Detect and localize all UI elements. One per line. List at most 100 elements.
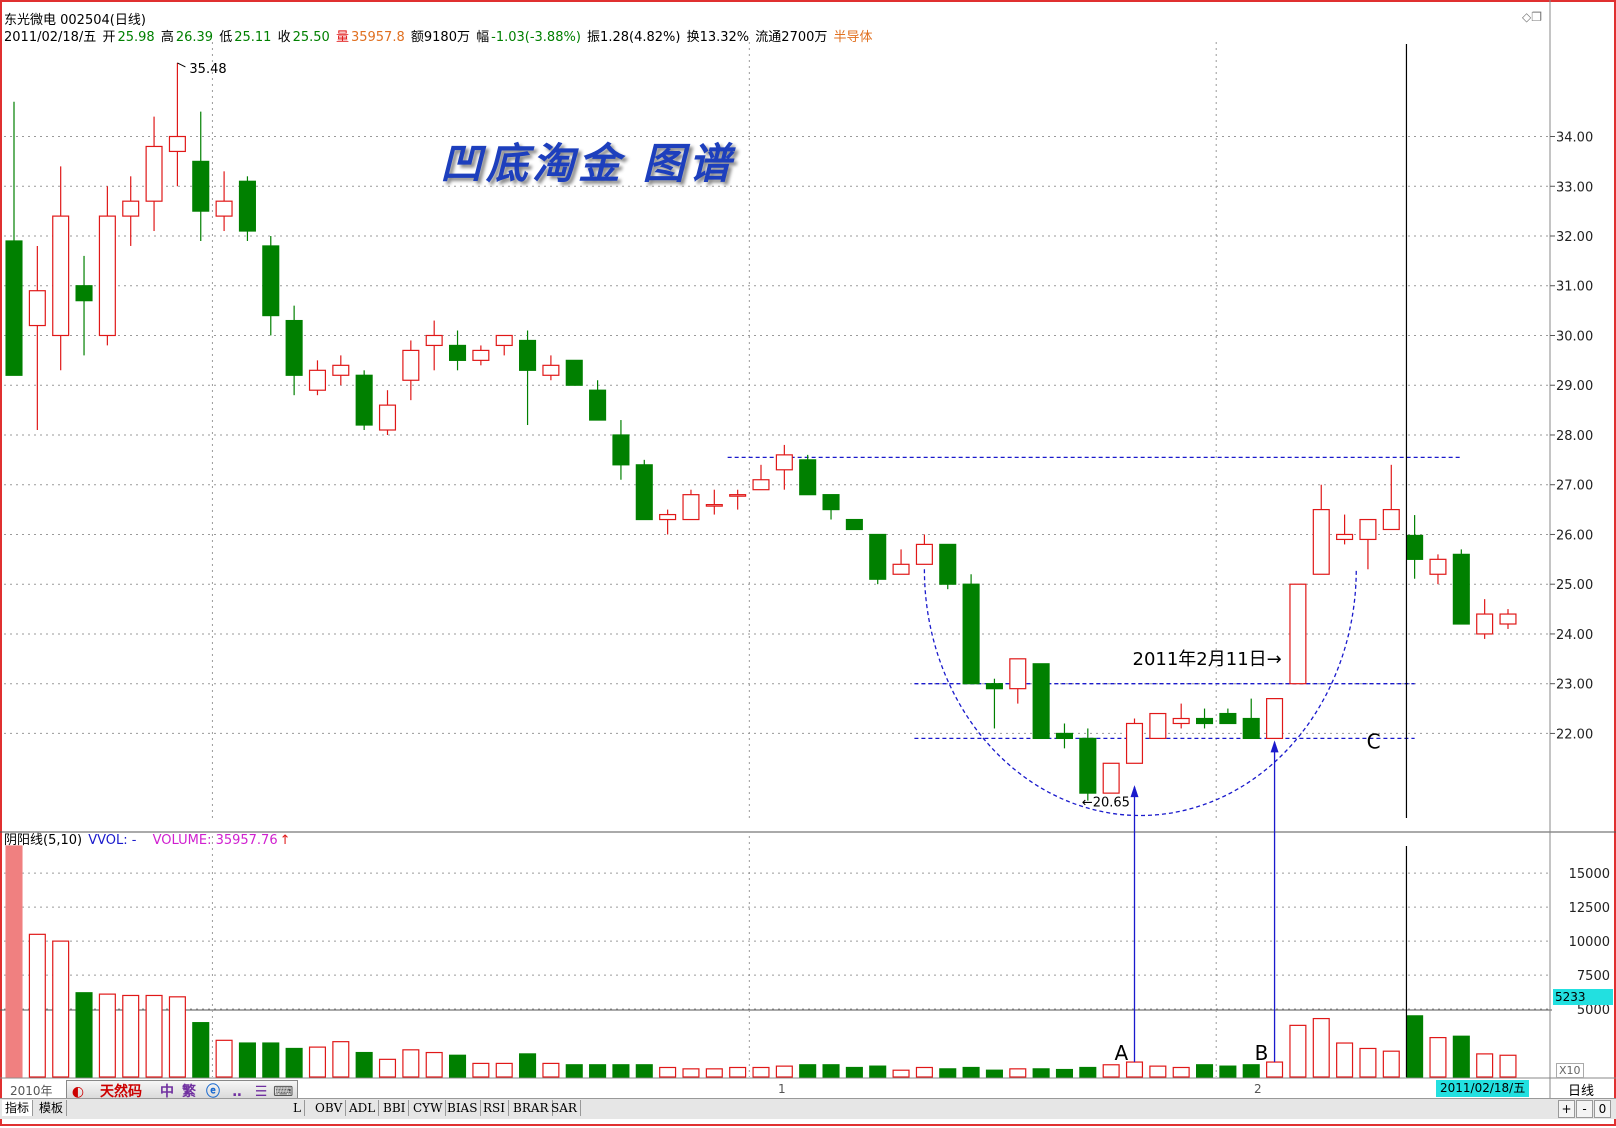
- zoom-button[interactable]: 0: [1594, 1100, 1611, 1118]
- tab-adl[interactable]: ADL: [346, 1100, 380, 1116]
- candle-body: [1149, 712, 1167, 740]
- volume-bar: [659, 1066, 677, 1078]
- candle-body: [98, 215, 116, 337]
- scale-label: X10: [1556, 1063, 1584, 1078]
- candle-body: [869, 533, 887, 580]
- volume-bar: [1359, 1047, 1377, 1078]
- zoom-button[interactable]: -: [1576, 1100, 1593, 1118]
- indicator-tab-bar: [0, 1098, 1616, 1119]
- candle-body: [845, 518, 863, 531]
- tab-指标[interactable]: 指标: [2, 1100, 34, 1116]
- quote-date: 2011/02/18/五: [4, 30, 97, 45]
- tab-模板[interactable]: 模板: [36, 1100, 68, 1116]
- volume-bar: [1382, 1050, 1400, 1078]
- candle-body: [1499, 613, 1517, 625]
- price-tick-label: 33.00: [1556, 180, 1593, 195]
- candle-body: [28, 290, 46, 327]
- candle-body: [635, 464, 653, 521]
- candle-body: [659, 513, 677, 521]
- tab-obv[interactable]: OBV: [312, 1100, 347, 1116]
- tab-l[interactable]: L: [290, 1100, 305, 1116]
- volume-bar: [215, 1039, 233, 1078]
- candle-body: [729, 494, 747, 497]
- candle-body: [355, 374, 373, 426]
- volume-bar: [1219, 1065, 1237, 1078]
- candle-body: [589, 389, 607, 421]
- volume-bar: [1289, 1024, 1307, 1078]
- month-2-label: 2: [1254, 1082, 1262, 1096]
- volume-bar: [355, 1051, 373, 1078]
- tab-bbi[interactable]: BBI: [380, 1100, 410, 1116]
- volume-bar: [822, 1064, 840, 1078]
- candle-body: [519, 339, 537, 371]
- volume-bar: [845, 1066, 863, 1078]
- tab-sar[interactable]: SAR: [548, 1100, 581, 1116]
- candle-body: [705, 504, 723, 507]
- volume-indicator-title: 阴阳线(5,10): [4, 833, 83, 848]
- volume-bar: [985, 1069, 1003, 1078]
- volume-bar: [1452, 1035, 1470, 1078]
- volume-bar: [705, 1068, 723, 1078]
- zoom-button[interactable]: +: [1558, 1100, 1575, 1118]
- volume-bar: [519, 1053, 537, 1078]
- volume-bar: [589, 1064, 607, 1078]
- candle-body: [215, 200, 233, 217]
- candle-body: [799, 459, 817, 496]
- candle-body: [939, 543, 957, 585]
- candle-body: [378, 404, 397, 431]
- tab-bias[interactable]: BIAS: [444, 1100, 482, 1116]
- volume-bar: [448, 1054, 467, 1078]
- volume-bar: [682, 1068, 700, 1078]
- candle-body: [1125, 722, 1144, 764]
- candle-body: [1359, 518, 1377, 541]
- volume-bar: [1476, 1053, 1494, 1078]
- candle-body: [122, 200, 140, 217]
- volume-bar: [122, 994, 140, 1078]
- volume-bar: [1055, 1068, 1074, 1078]
- tab-rsi[interactable]: RSI: [480, 1100, 509, 1116]
- volume-bar: [1172, 1066, 1190, 1078]
- volume-bar: [98, 993, 116, 1078]
- volume-bar: [1009, 1068, 1027, 1078]
- candle-body: [1266, 698, 1284, 740]
- candle-body: [425, 334, 443, 347]
- candle-body: [565, 359, 583, 386]
- period-label[interactable]: 日线: [1568, 1080, 1594, 1099]
- price-tick-label: 32.00: [1556, 230, 1593, 245]
- volume-tick-label: 7500: [1577, 969, 1610, 984]
- volume-bar: [1125, 1061, 1144, 1078]
- month-1-label: 1: [778, 1082, 786, 1096]
- volume-bar: [1429, 1036, 1447, 1078]
- candle-body: [1102, 762, 1120, 794]
- high-value: 26.39: [175, 30, 214, 45]
- date-annotation: 2011年2月11日→: [1133, 649, 1282, 670]
- candle-body: [985, 683, 1003, 690]
- open-label: 开: [102, 30, 116, 45]
- candle-body: [52, 215, 70, 337]
- restore-icon[interactable]: ❐: [1531, 10, 1542, 24]
- volume-bar: [1406, 1015, 1424, 1078]
- candle-body: [238, 180, 256, 232]
- volume-bar: [635, 1064, 653, 1078]
- volume-bar: [799, 1064, 817, 1078]
- window-controls[interactable]: ◇❐: [1522, 10, 1542, 24]
- max-price-label: 35.48: [189, 62, 226, 77]
- high-label: 高: [160, 30, 174, 45]
- diamond-icon[interactable]: ◇: [1522, 10, 1531, 24]
- volume-bar: [28, 933, 46, 1078]
- swing-value: 振1.28(4.82%): [587, 30, 681, 45]
- volume-bar: [1032, 1068, 1050, 1078]
- volume-bar: [542, 1062, 560, 1078]
- float-value: 流通2700万: [755, 30, 828, 45]
- volume-bar: [869, 1065, 887, 1078]
- kline-chart[interactable]: 22.00 23.00 24.00 25.00 26.00 27.00 28.00 29.00…: [0, 0, 1616, 1128]
- volume-bar: [915, 1066, 933, 1078]
- price-tick-label: 23.00: [1556, 678, 1593, 693]
- volume-bar: [1195, 1064, 1214, 1078]
- candle-body: [1336, 533, 1354, 541]
- year-label: 2010年: [10, 1084, 53, 1098]
- tab-cyw[interactable]: CYW: [410, 1100, 447, 1116]
- price-tick-label: 24.00: [1556, 628, 1593, 643]
- volume-bar: [1242, 1064, 1260, 1078]
- tab-brar[interactable]: BRAR: [510, 1100, 553, 1116]
